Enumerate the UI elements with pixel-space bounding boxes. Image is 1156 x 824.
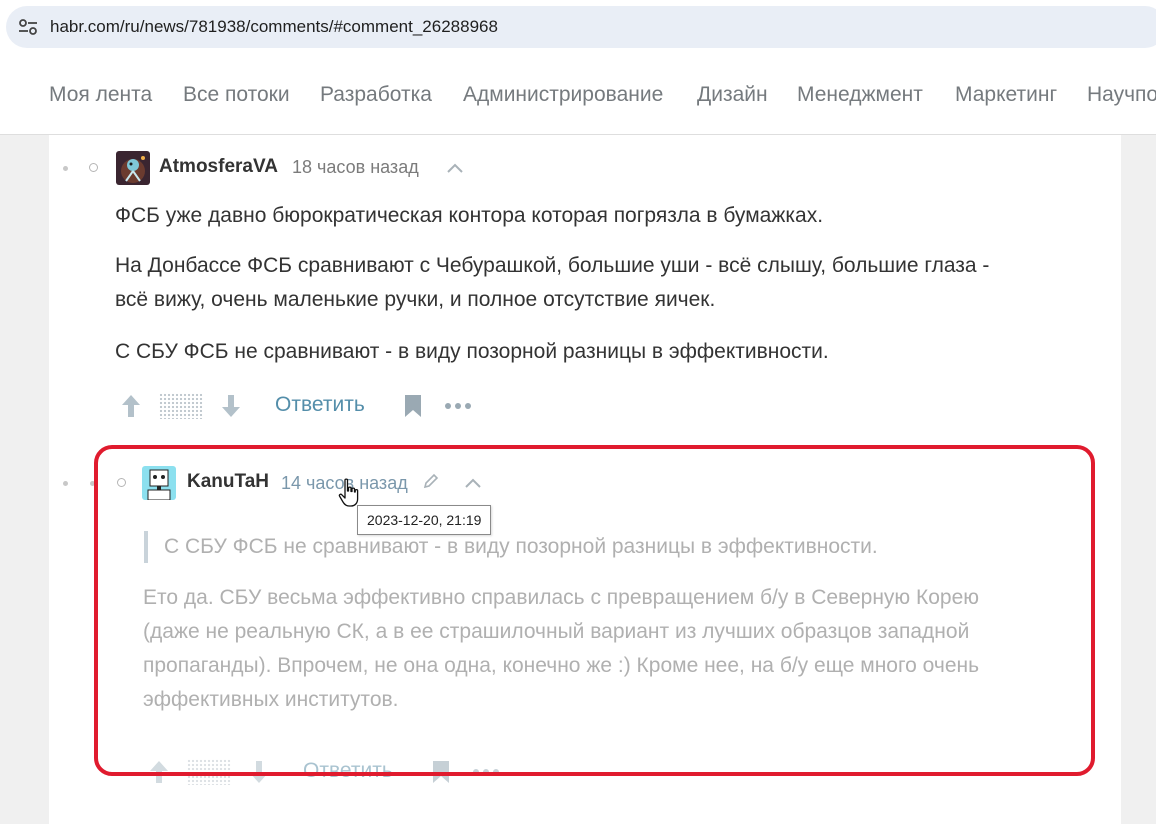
address-bar[interactable]: habr.com/ru/news/781938/comments/#commen… [6, 6, 1156, 48]
nav-item-management[interactable]: Менеджмент [797, 83, 923, 107]
nav-item-development[interactable]: Разработка [320, 83, 432, 107]
thread-bullet [63, 166, 68, 171]
thread-ring [89, 163, 98, 172]
highlight-box [94, 445, 1095, 776]
nav-item-design[interactable]: Дизайн [697, 83, 768, 107]
browser-toolbar: habr.com/ru/news/781938/comments/#commen… [0, 0, 1156, 57]
reply-button[interactable]: Ответить [275, 393, 365, 417]
more-options-icon[interactable] [444, 402, 472, 410]
url-text[interactable]: habr.com/ru/news/781938/comments/#commen… [50, 17, 498, 37]
comment-author[interactable]: AtmosferaVA [159, 156, 278, 178]
vote-down-icon[interactable] [221, 393, 241, 419]
nav-item-marketing[interactable]: Маркетинг [955, 83, 1057, 107]
comment-time[interactable]: 18 часов назад [292, 157, 419, 178]
habr-navigation: Моя лента Все потоки Разработка Админист… [0, 57, 1156, 135]
comment-paragraph: На Донбассе ФСБ сравнивают с Чебурашкой,… [115, 254, 990, 277]
rating-score-hidden [159, 393, 203, 419]
avatar[interactable] [116, 151, 150, 185]
vote-up-icon[interactable] [121, 393, 141, 419]
comment-paragraph: С СБУ ФСБ не сравнивают - в виду позорно… [115, 340, 829, 363]
thread-bullet [63, 481, 68, 486]
timestamp-tooltip: 2023-12-20, 21:19 [357, 505, 492, 535]
comment-paragraph: ФСБ уже давно бюрократическая контора ко… [115, 204, 824, 227]
nav-item-my-feed[interactable]: Моя лента [49, 83, 152, 107]
hand-cursor-icon [338, 478, 359, 507]
nav-item-all-streams[interactable]: Все потоки [183, 83, 290, 107]
site-info-icon[interactable] [18, 18, 38, 36]
page-gutter [1121, 135, 1156, 824]
chevron-up-icon[interactable] [446, 162, 464, 174]
nav-item-popsci[interactable]: Научпоп [1087, 83, 1156, 107]
comment-paragraph: всё вижу, очень маленькие ручки, и полно… [115, 288, 716, 311]
nav-item-administration[interactable]: Администрирование [463, 83, 663, 107]
bookmark-icon[interactable] [404, 394, 422, 418]
